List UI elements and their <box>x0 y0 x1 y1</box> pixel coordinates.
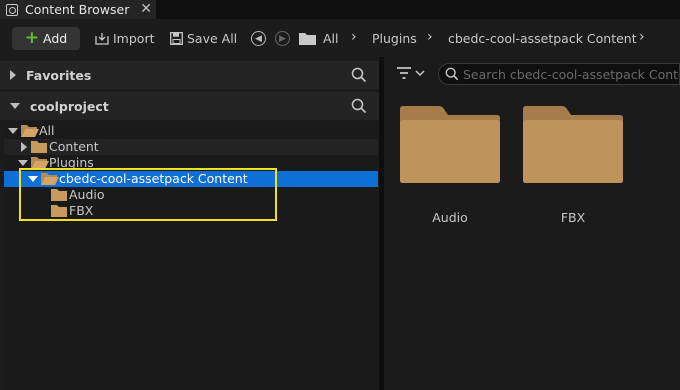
favorites-header[interactable]: Favorites <box>0 61 379 89</box>
asset-tile-fbx[interactable]: FBX <box>521 106 625 286</box>
save-icon <box>170 32 183 45</box>
search-icon[interactable] <box>351 67 367 83</box>
import-icon <box>95 33 109 45</box>
add-button-label: Add <box>43 31 68 46</box>
search-field[interactable] <box>438 63 680 85</box>
import-button-label: Import <box>113 31 155 46</box>
project-header[interactable]: coolproject <box>0 92 379 120</box>
save-all-button-label: Save All <box>187 31 238 46</box>
tab-content-browser[interactable]: Content Browser ✕ <box>0 0 156 19</box>
search-input[interactable] <box>463 66 679 82</box>
import-button[interactable]: Import <box>95 31 155 46</box>
filter-icon <box>397 67 411 79</box>
folder-icon <box>299 33 316 45</box>
expand-arrow-icon[interactable] <box>10 70 16 80</box>
tree-item-content[interactable]: Content <box>4 139 378 155</box>
tab-bar: Content Browser ✕ <box>0 0 680 19</box>
asset-view: Audio FBX <box>384 57 680 390</box>
breadcrumb-separator-icon[interactable]: › <box>351 29 357 45</box>
plus-icon: + <box>24 28 40 48</box>
back-arrow-icon: ◀ <box>255 33 262 44</box>
expand-arrow-icon[interactable] <box>21 142 27 152</box>
favorites-title: Favorites <box>26 67 92 83</box>
tree-item-label: Content <box>49 139 99 154</box>
project-title: coolproject <box>30 98 109 114</box>
add-button[interactable]: + Add <box>12 27 80 50</box>
highlight-box <box>19 168 277 221</box>
folder-tree: All Content Plugins cbedc-cool-assetpack… <box>4 122 378 390</box>
folder-icon <box>523 106 623 183</box>
folder-icon <box>31 141 47 153</box>
tab-title: Content Browser <box>25 2 130 17</box>
asset-tile-audio[interactable]: Audio <box>398 106 502 286</box>
search-icon <box>445 67 459 81</box>
filter-button[interactable] <box>396 66 425 80</box>
close-icon[interactable]: ✕ <box>140 1 152 17</box>
collapse-arrow-icon[interactable] <box>18 160 28 166</box>
save-all-button[interactable]: Save All <box>170 31 237 46</box>
tree-item-all[interactable]: All <box>4 123 378 139</box>
content-browser-icon <box>6 3 18 16</box>
breadcrumb-separator-icon[interactable]: › <box>427 29 433 45</box>
chevron-down-icon <box>415 70 425 77</box>
folder-icon <box>400 106 500 183</box>
asset-tile-label: Audio <box>432 210 468 225</box>
asset-tile-label: FBX <box>560 210 586 225</box>
search-icon[interactable] <box>351 98 367 114</box>
breadcrumb-current[interactable]: cbedc-cool-assetpack Content <box>448 31 637 46</box>
forward-button[interactable]: ▶ <box>275 31 290 46</box>
breadcrumb-all[interactable]: All <box>323 31 339 46</box>
tree-item-label: All <box>39 123 55 138</box>
collapse-arrow-icon[interactable] <box>8 128 18 134</box>
toolbar: + Add Import Save All ◀ ▶ All › Plugins … <box>0 19 680 57</box>
back-button[interactable]: ◀ <box>251 31 266 46</box>
sources-panel: Favorites coolproject All Content Plugin… <box>0 57 379 390</box>
forward-arrow-icon: ▶ <box>279 33 286 44</box>
breadcrumb-plugins[interactable]: Plugins <box>372 31 417 46</box>
breadcrumb-separator-icon[interactable]: › <box>639 29 645 45</box>
collapse-arrow-icon[interactable] <box>10 103 20 109</box>
open-folder-icon <box>21 125 39 137</box>
